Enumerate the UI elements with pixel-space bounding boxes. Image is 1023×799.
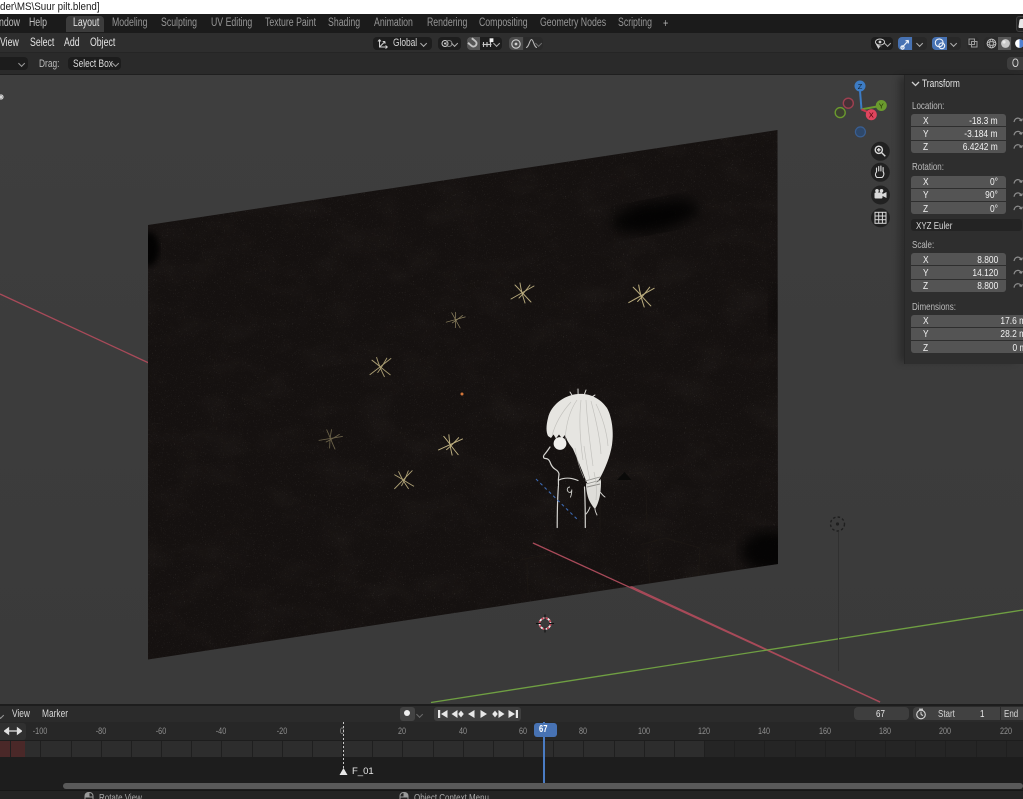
svg-text:X: X — [869, 111, 874, 120]
svg-text:Y: Y — [879, 102, 884, 111]
svg-text:F_01: F_01 — [352, 766, 374, 777]
svg-text:Z: Z — [858, 82, 863, 91]
